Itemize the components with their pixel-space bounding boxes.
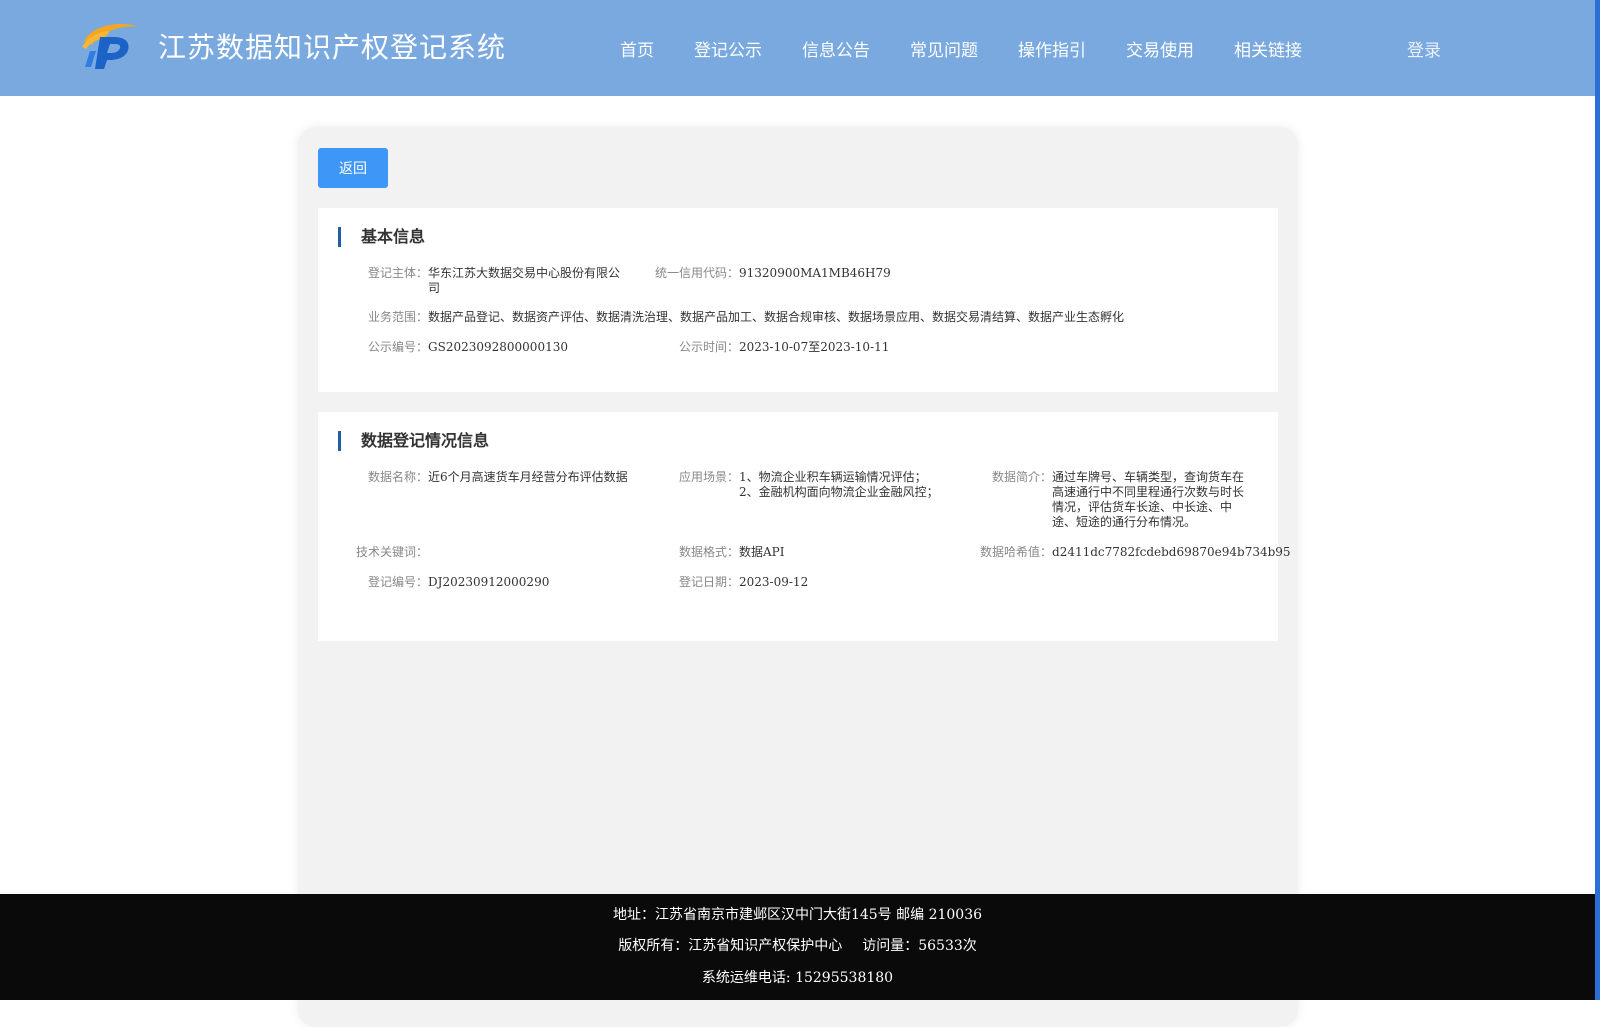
back-button[interactable]: 返回 — [318, 148, 388, 188]
nav-faq[interactable]: 常见问题 — [910, 36, 978, 61]
footer-address: 地址：江苏省南京市建邺区汉中门大街145号 邮编 210036 — [612, 907, 983, 923]
format-value: 数据API — [739, 545, 785, 559]
hash-value: d2411dc7782fcdebd69870e94b734b95 — [1052, 545, 1291, 559]
hash-field: 数据哈希值： d2411dc7782fcdebd69870e94b734b95 — [980, 545, 1291, 560]
notice-time-field: 公示时间： 2023-10-07至2023-10-11 — [679, 340, 889, 355]
keywords-field: 技术关键词： — [356, 545, 428, 560]
credit-code-label: 统一信用代码： — [655, 266, 740, 280]
notice-no-value: GS2023092800000130 — [428, 340, 568, 354]
summary-label: 数据简介： — [992, 470, 1053, 484]
site-logo[interactable] — [80, 19, 140, 71]
data-name-field: 数据名称： 近6个月高速货车月经营分布评估数据 — [368, 470, 658, 485]
registrant-value: 华东江苏大数据交易中心股份有限公司 — [428, 266, 621, 295]
footer-visits: 访问量：56533次 — [862, 938, 977, 954]
scenario-line-1: 1、物流企业积车辆运输情况评估； — [739, 470, 927, 484]
data-name-value: 近6个月高速货车月经营分布评估数据 — [428, 470, 628, 484]
scenario-field: 应用场景： 1、物流企业积车辆运输情况评估； 2、金融机构面向物流企业金融风控； — [679, 470, 949, 500]
keywords-label: 技术关键词： — [356, 545, 429, 559]
registration-info-title: 数据登记情况信息 — [338, 431, 489, 451]
format-field: 数据格式： 数据API — [679, 545, 785, 560]
site-footer: 地址：江苏省南京市建邺区汉中门大街145号 邮编 210036 版权所有：江苏省… — [0, 894, 1595, 1000]
summary-field: 数据简介： 通过车牌号、车辆类型，查询货车在高速通行中不同里程通行次数与时长情况… — [992, 470, 1254, 530]
footer-hotline: 系统运维电话: 15295538180 — [701, 970, 894, 986]
notice-no-label: 公示编号： — [368, 340, 429, 354]
business-scope-field: 业务范围： 数据产品登记、数据资产评估、数据清洗治理、数据产品加工、数据合规审核… — [368, 310, 1248, 325]
reg-date-label: 登记日期： — [679, 575, 740, 589]
reg-no-field: 登记编号： DJ20230912000290 — [368, 575, 549, 590]
nav-home[interactable]: 首页 — [620, 36, 654, 61]
main-nav: 首页 登记公示 信息公告 常见问题 操作指引 交易使用 相关链接 — [620, 36, 1342, 61]
detail-panel: 返回 基本信息 登记主体： 华东江苏大数据交易中心股份有限公司 统一信用代码： … — [298, 127, 1298, 1027]
notice-time-label: 公示时间： — [679, 340, 740, 354]
data-name-label: 数据名称： — [368, 470, 429, 484]
reg-date-value: 2023-09-12 — [739, 575, 809, 589]
hash-label: 数据哈希值： — [980, 545, 1053, 559]
basic-info-title: 基本信息 — [338, 227, 425, 247]
notice-no-field: 公示编号： GS2023092800000130 — [368, 340, 568, 355]
reg-no-label: 登记编号： — [368, 575, 429, 589]
credit-code-value: 91320900MA1MB46H79 — [739, 266, 891, 280]
nav-transaction-use[interactable]: 交易使用 — [1126, 36, 1194, 61]
nav-registration-notice[interactable]: 登记公示 — [694, 36, 762, 61]
summary-value: 通过车牌号、车辆类型，查询货车在高速通行中不同里程通行次数与时长情况，评估货车长… — [1052, 470, 1245, 529]
registrant-label: 登记主体： — [368, 266, 429, 280]
credit-code-field: 统一信用代码： 91320900MA1MB46H79 — [655, 266, 891, 281]
format-label: 数据格式： — [679, 545, 740, 559]
basic-info-card: 基本信息 登记主体： 华东江苏大数据交易中心股份有限公司 统一信用代码： 913… — [318, 208, 1278, 392]
reg-date-field: 登记日期： 2023-09-12 — [679, 575, 808, 590]
site-title: 江苏数据知识产权登记系统 — [158, 31, 507, 64]
registration-info-card: 数据登记情况信息 数据名称： 近6个月高速货车月经营分布评估数据 应用场景： 1… — [318, 412, 1291, 641]
nav-info-announcement[interactable]: 信息公告 — [802, 36, 870, 61]
page-scrollbar[interactable] — [1595, 0, 1600, 1000]
site-header: 江苏数据知识产权登记系统 首页 登记公示 信息公告 常见问题 操作指引 交易使用… — [0, 0, 1595, 96]
footer-copyright: 版权所有：江苏省知识产权保护中心 — [618, 938, 843, 954]
scenario-line-2: 2、金融机构面向物流企业金融风控； — [739, 485, 939, 499]
business-scope-label: 业务范围： — [368, 310, 429, 324]
scenario-label: 应用场景： — [679, 470, 740, 484]
footer-copyright-line: 版权所有：江苏省知识产权保护中心 访问量：56533次 — [0, 935, 1595, 955]
business-scope-value: 数据产品登记、数据资产评估、数据清洗治理、数据产品加工、数据合规审核、数据场景应… — [428, 310, 1125, 324]
scenario-value: 1、物流企业积车辆运输情况评估； 2、金融机构面向物流企业金融风控； — [739, 470, 939, 500]
nav-related-links[interactable]: 相关链接 — [1234, 36, 1302, 61]
nav-operation-guide[interactable]: 操作指引 — [1018, 36, 1086, 61]
reg-no-value: DJ20230912000290 — [428, 575, 550, 589]
notice-time-value: 2023-10-07至2023-10-11 — [739, 340, 890, 354]
login-link[interactable]: 登录 — [1407, 36, 1441, 61]
registrant-field: 登记主体： 华东江苏大数据交易中心股份有限公司 — [368, 266, 628, 296]
